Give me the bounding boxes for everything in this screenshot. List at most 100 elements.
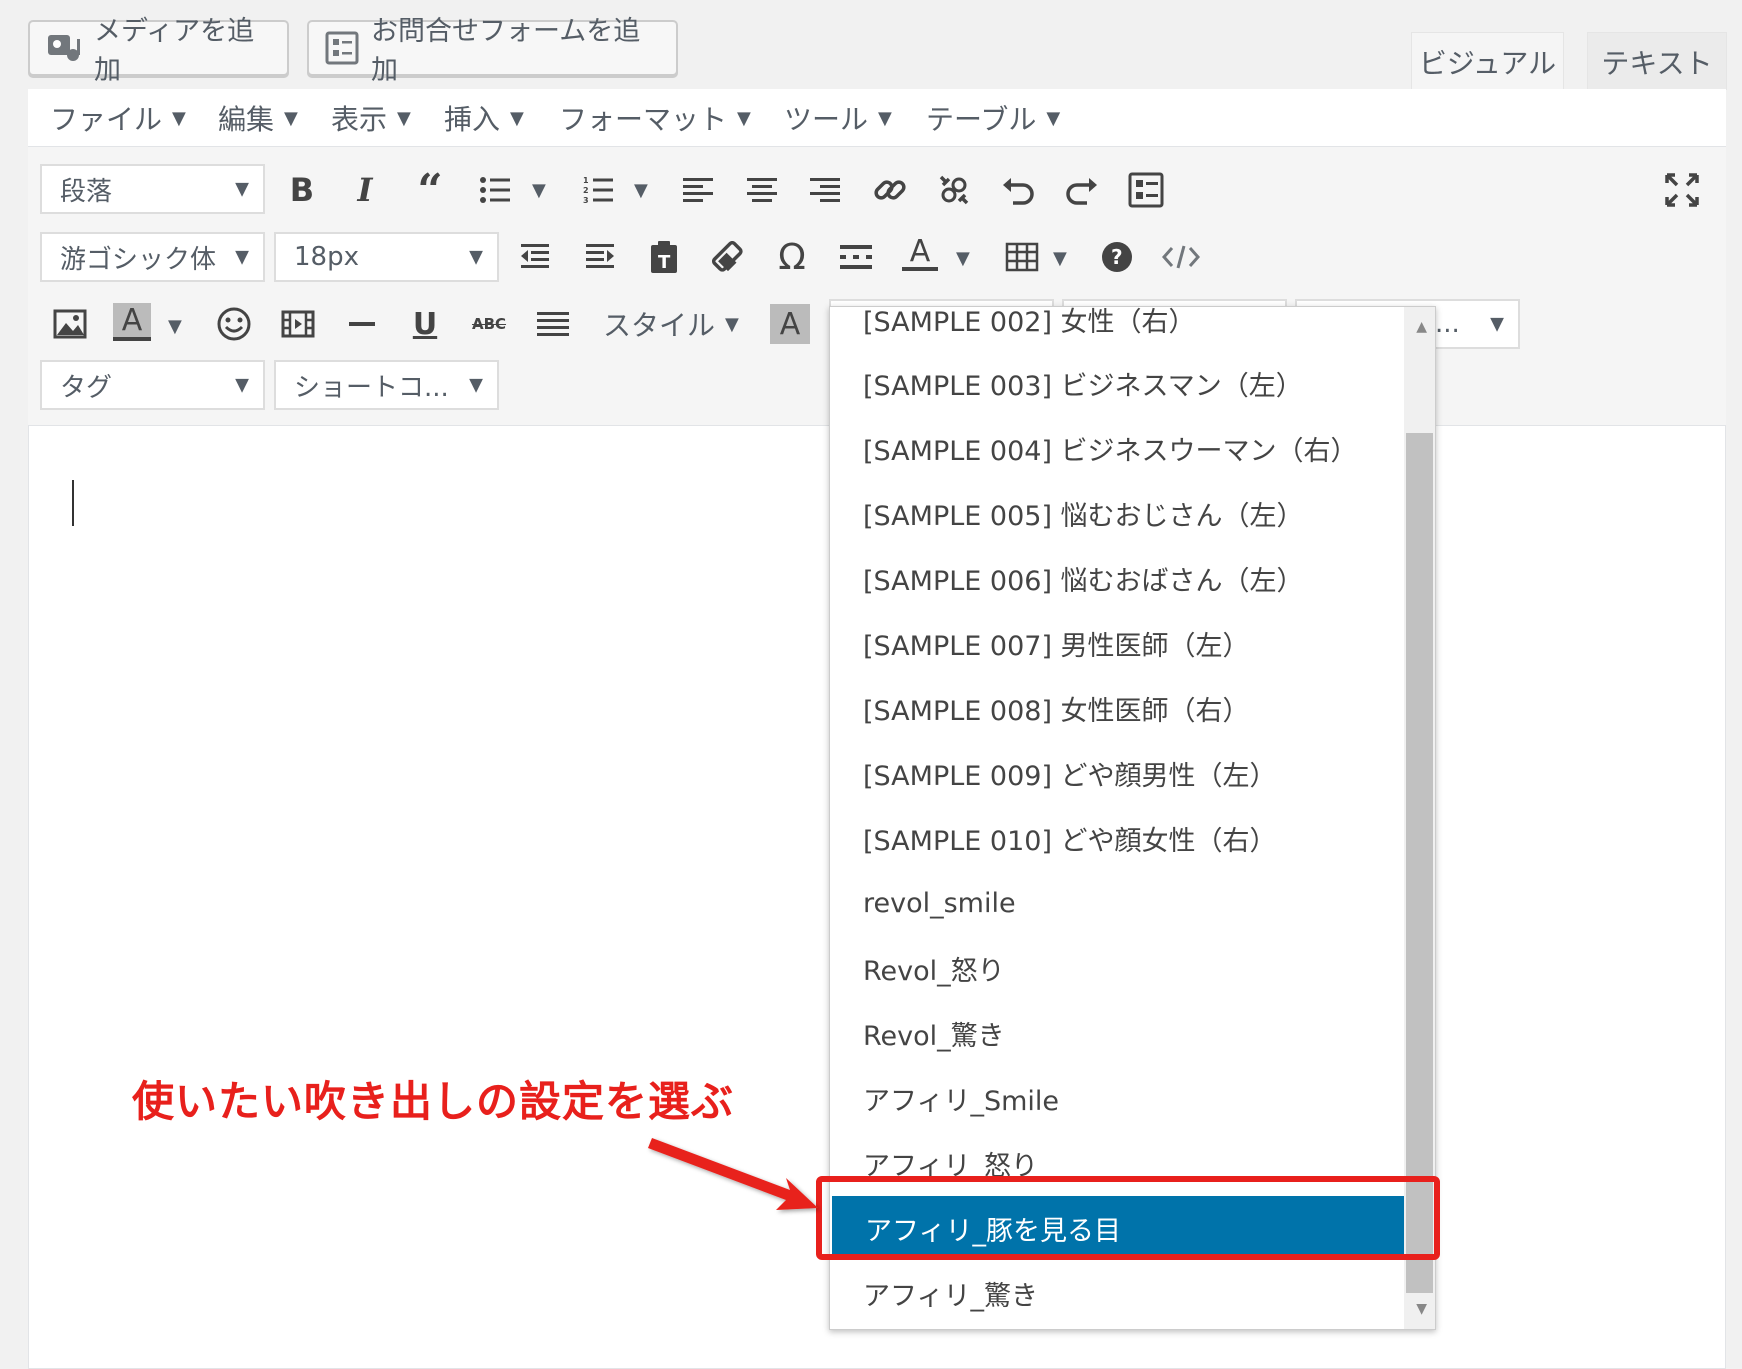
tag-select[interactable]: タグ ▼ (40, 360, 265, 410)
list-item-label: [SAMPLE 008] 女性医師（右） (863, 695, 1250, 727)
redo-icon[interactable] (1060, 168, 1104, 212)
text-color-icon[interactable]: A (898, 232, 942, 276)
undo-icon[interactable] (996, 168, 1040, 212)
horizontal-lines-icon[interactable] (834, 235, 878, 279)
justify-icon[interactable] (531, 302, 575, 346)
menu-insert-label: 挿入 (444, 103, 501, 136)
menu-format[interactable]: フォーマット ▼ (559, 89, 751, 147)
strikethrough-icon[interactable]: ABC (467, 302, 511, 346)
highlight-color-icon[interactable]: A (770, 304, 810, 344)
unlink-icon[interactable] (932, 168, 976, 212)
video-icon[interactable] (276, 302, 320, 346)
menu-table[interactable]: テーブル ▼ (926, 89, 1060, 147)
scrollbar-thumb[interactable] (1406, 433, 1433, 1293)
eraser-icon[interactable] (706, 235, 750, 279)
selection-highlight-box (816, 1176, 1440, 1260)
menu-edit[interactable]: 編集 ▼ (218, 89, 298, 147)
code-icon[interactable] (1159, 235, 1203, 279)
add-contact-form-button[interactable]: お問合せフォームを追加 (307, 16, 678, 86)
list-item-label: [SAMPLE 010] どや顔女性（右） (863, 825, 1277, 857)
horizontal-rule-icon[interactable] (340, 302, 384, 346)
chevron-down-icon: ▼ (235, 178, 249, 200)
outdent-icon[interactable] (513, 235, 557, 279)
list-item[interactable]: アフィリ_Smile (830, 1066, 1404, 1130)
list-item[interactable]: Revol_驚き (830, 1001, 1404, 1065)
align-left-icon[interactable] (676, 168, 720, 212)
blockquote-icon[interactable]: “ (408, 165, 452, 216)
chevron-down-icon[interactable]: ▼ (956, 248, 970, 269)
paragraph-select-value: 段落 (60, 176, 113, 207)
menu-tools-label: ツール (784, 103, 869, 136)
indent-icon[interactable] (578, 235, 622, 279)
list-item[interactable]: Revol_怒り (830, 936, 1404, 1000)
chevron-down-icon[interactable]: ▼ (634, 180, 648, 201)
list-item[interactable]: [SAMPLE 004] ビジネスウーマン（右） (830, 416, 1404, 480)
shortcode-select[interactable]: ショートコ... ▼ (274, 360, 499, 410)
bold-icon[interactable]: B (280, 168, 324, 212)
special-character-icon[interactable]: Ω (770, 235, 814, 279)
align-center-icon[interactable] (740, 168, 784, 212)
add-media-button[interactable]: メディアを追加 (28, 16, 289, 86)
chevron-down-icon: ▼ (235, 246, 249, 268)
list-item[interactable]: [SAMPLE 007] 男性医師（左） (830, 611, 1404, 675)
italic-icon[interactable]: I (343, 168, 387, 212)
menu-file[interactable]: ファイル ▼ (50, 89, 186, 147)
chevron-down-icon: ▼ (737, 107, 751, 129)
list-item[interactable]: [SAMPLE 002] 女性（右） (830, 307, 1404, 351)
emoji-icon[interactable] (212, 302, 256, 346)
annotation-arrow-icon (648, 1138, 818, 1210)
tab-text[interactable]: テキスト (1587, 32, 1727, 90)
list-item[interactable]: [SAMPLE 009] どや顔男性（左） (830, 741, 1404, 805)
font-family-select-value: 游ゴシック体 (60, 244, 217, 275)
chevron-down-icon: ▼ (284, 107, 298, 129)
table-icon[interactable] (1000, 235, 1044, 279)
list-item[interactable]: revol_smile (830, 871, 1404, 935)
numbered-list-icon[interactable]: 123 (577, 168, 621, 212)
bullet-list-icon[interactable] (474, 168, 518, 212)
form-icon[interactable] (1124, 168, 1168, 212)
chevron-down-icon: ▼ (397, 107, 411, 129)
list-item[interactable]: [SAMPLE 003] ビジネスマン（左） (830, 351, 1404, 415)
chevron-down-icon: ▼ (469, 246, 483, 268)
scroll-down-icon[interactable]: ▼ (1416, 1301, 1427, 1317)
fullscreen-icon[interactable] (1660, 168, 1704, 212)
media-icon (48, 35, 80, 61)
chevron-down-icon: ▼ (172, 107, 186, 129)
list-item[interactable]: [SAMPLE 006] 悩むおばさん（左） (830, 546, 1404, 610)
list-item-label: [SAMPLE 004] ビジネスウーマン（右） (863, 435, 1358, 467)
font-size-select[interactable]: 18px ▼ (274, 232, 499, 282)
chevron-down-icon[interactable]: ▼ (168, 316, 182, 337)
font-family-select[interactable]: 游ゴシック体 ▼ (40, 232, 265, 282)
image-icon[interactable] (48, 302, 92, 346)
help-icon[interactable]: ? (1095, 235, 1139, 279)
paste-text-icon[interactable]: T (642, 235, 686, 279)
tab-visual[interactable]: ビジュアル (1411, 32, 1564, 90)
hidden-select-fragment: ... (1435, 309, 1460, 339)
link-icon[interactable] (868, 168, 912, 212)
svg-text:2: 2 (583, 186, 589, 195)
svg-text:?: ? (1111, 245, 1123, 269)
background-color-icon[interactable]: A (110, 300, 154, 344)
font-size-select-value: 18px (294, 242, 359, 272)
list-item-label: アフィリ_Smile (863, 1085, 1060, 1117)
underline-icon[interactable]: U (403, 302, 447, 346)
list-item[interactable]: アフィリ_驚き (830, 1261, 1404, 1325)
chevron-down-icon[interactable]: ▼ (1053, 248, 1067, 269)
text-cursor (72, 480, 74, 526)
chevron-down-icon: ▼ (1046, 107, 1061, 129)
list-item-label: [SAMPLE 009] どや顔男性（左） (863, 760, 1277, 792)
menu-view[interactable]: 表示 ▼ (331, 89, 411, 147)
menu-format-label: フォーマット (559, 103, 728, 136)
chevron-down-icon[interactable]: ▼ (532, 180, 546, 201)
scroll-up-icon[interactable]: ▲ (1416, 319, 1427, 335)
align-right-icon[interactable] (803, 168, 847, 212)
menu-tools[interactable]: ツール ▼ (784, 89, 892, 147)
list-item[interactable]: [SAMPLE 008] 女性医師（右） (830, 676, 1404, 740)
list-item[interactable]: [SAMPLE 005] 悩むおじさん（左） (830, 481, 1404, 545)
list-item[interactable]: [SAMPLE 010] どや顔女性（右） (830, 806, 1404, 870)
menu-insert[interactable]: 挿入 ▼ (444, 89, 524, 147)
annotation-text: 使いたい吹き出しの設定を選ぶ (132, 1077, 735, 1126)
style-dropdown[interactable]: スタイル ▼ (603, 296, 739, 352)
list-item-label: [SAMPLE 006] 悩むおばさん（左） (863, 565, 1304, 597)
paragraph-select[interactable]: 段落 ▼ (40, 164, 265, 214)
